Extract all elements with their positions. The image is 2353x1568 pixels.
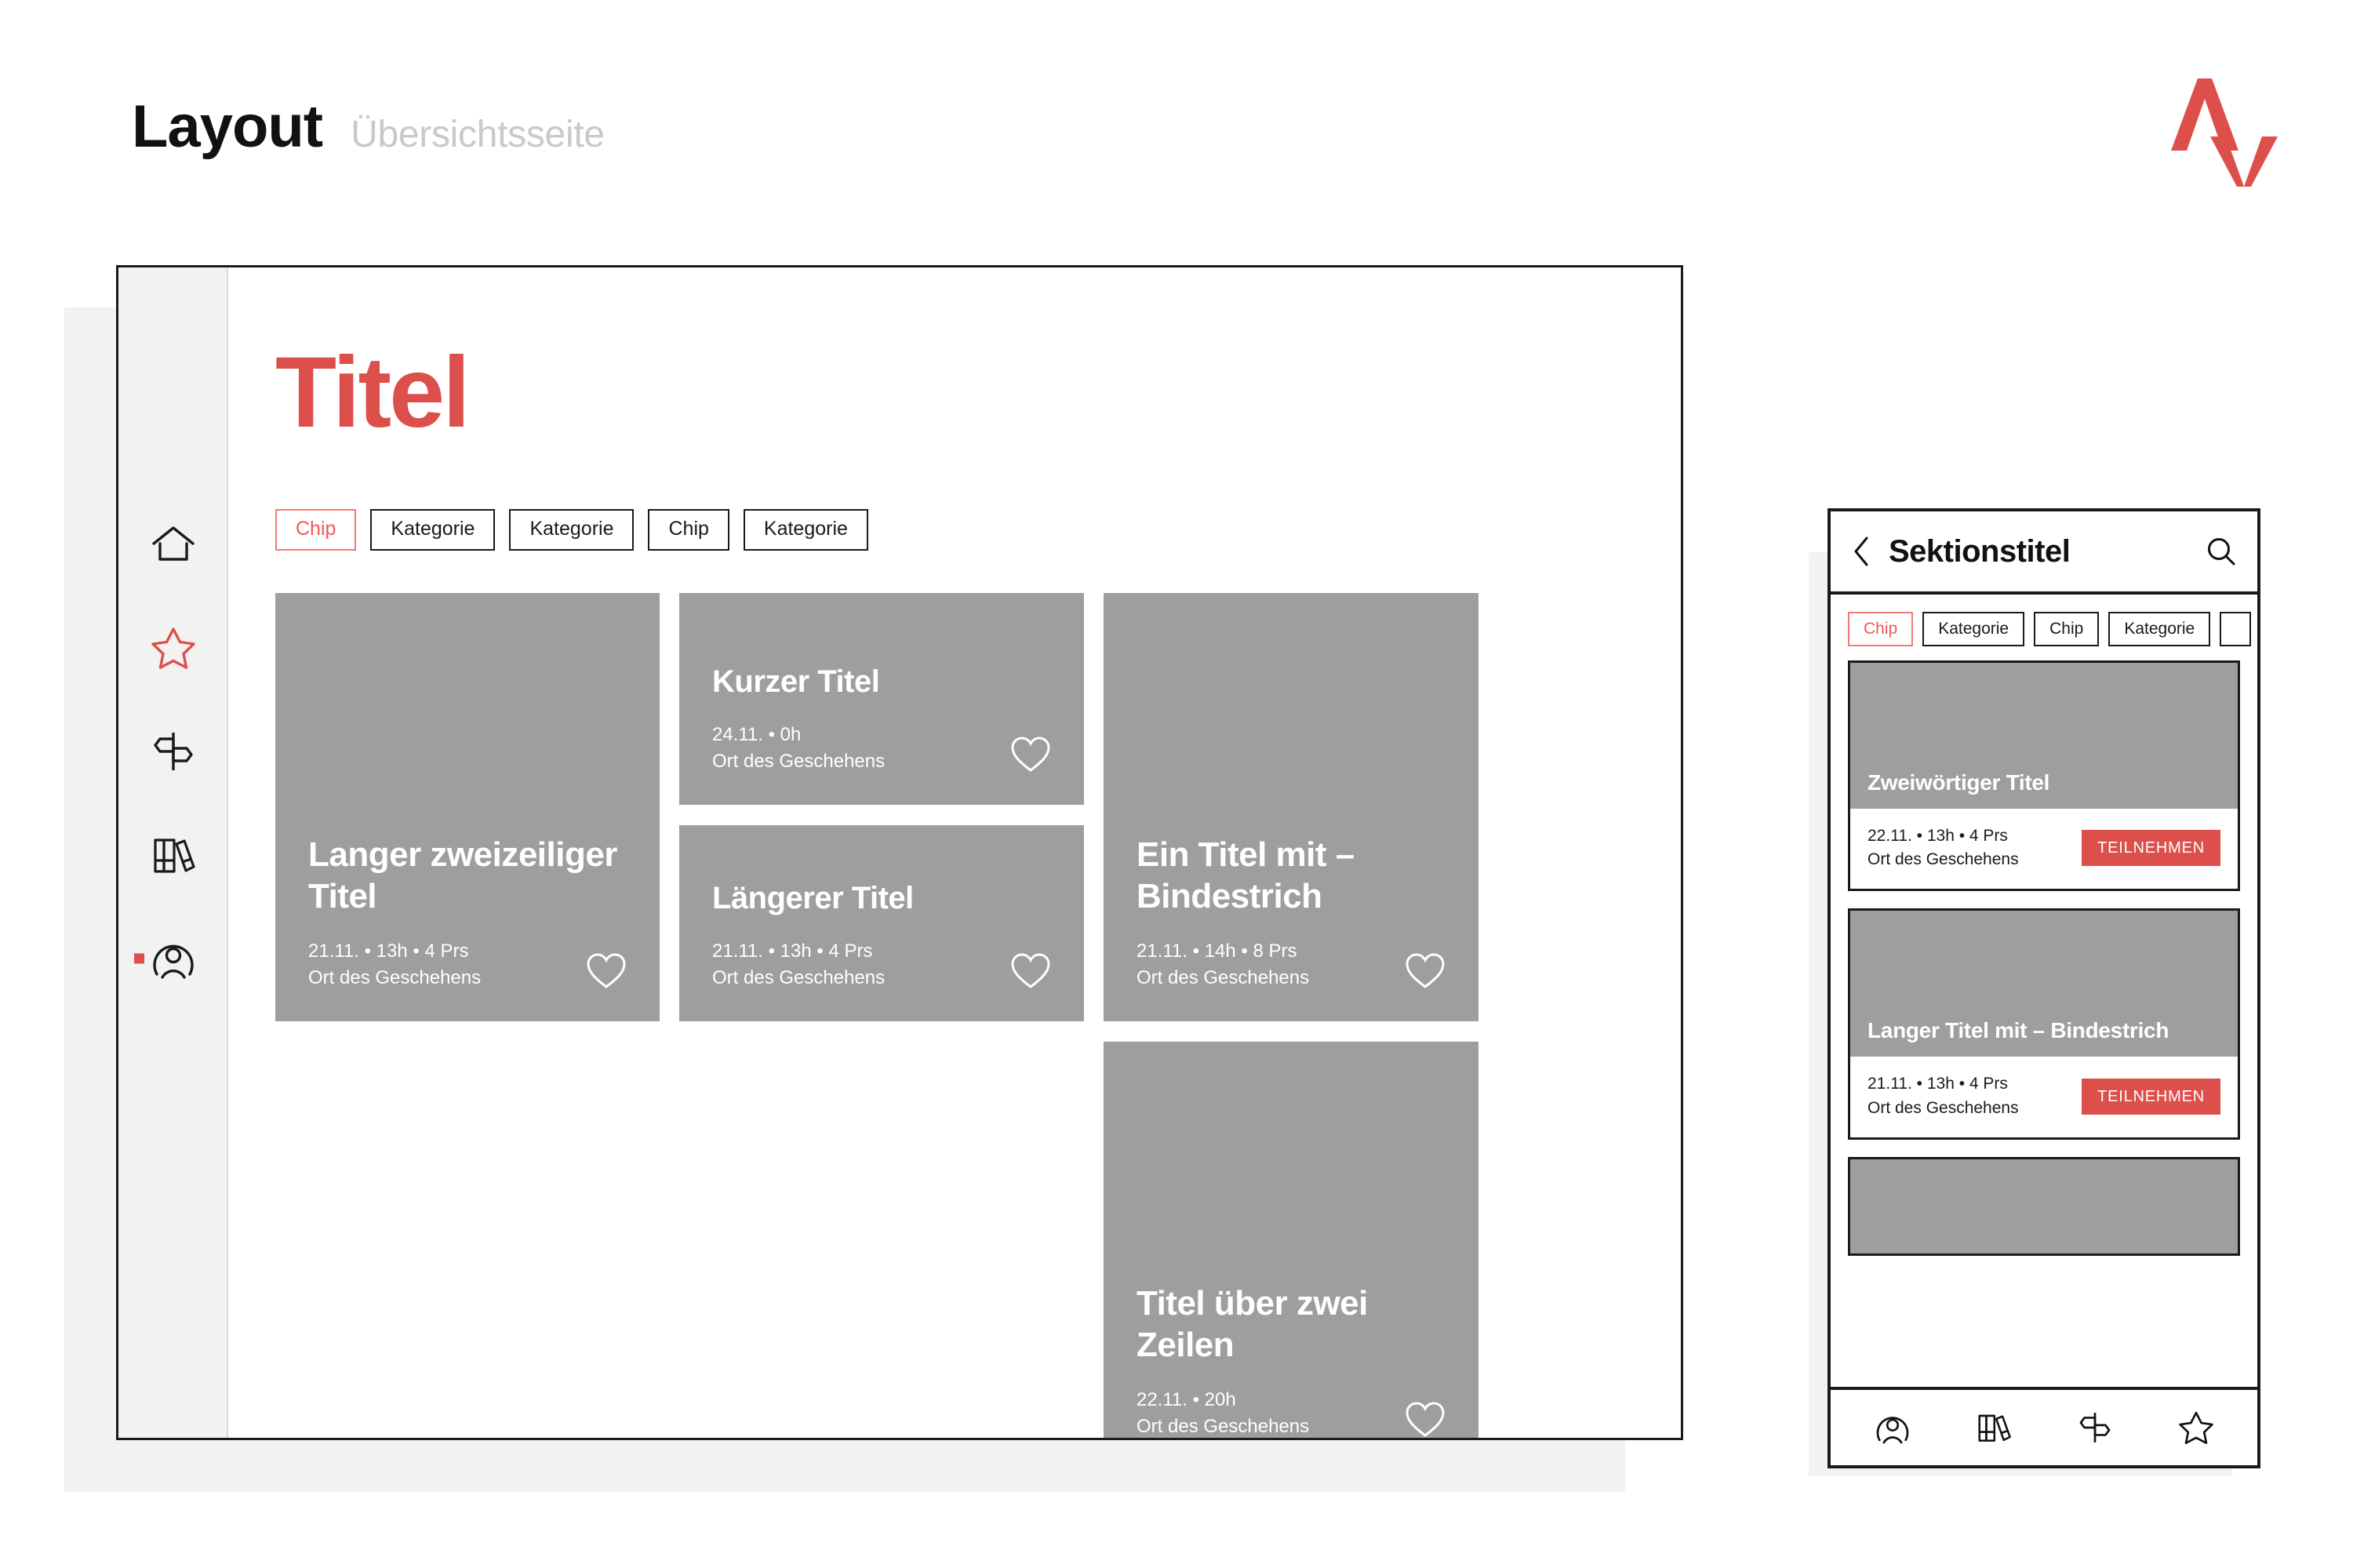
card-meta: 21.11. • 13h • 4 Prs Ort des Geschehens — [712, 938, 885, 991]
page-subtitle: Übersichtsseite — [351, 114, 605, 155]
card-title: Kurzer Titel — [712, 664, 880, 700]
event-card[interactable]: Längerer Titel 21.11. • 13h • 4 Prs Ort … — [679, 825, 1084, 1021]
join-button[interactable]: TEILNEHMEN — [2082, 830, 2220, 867]
mobile-card-meta: 22.11. • 13h • 4 Prs Ort des Geschehens — [1867, 824, 2019, 871]
card-meta-location: Ort des Geschehens — [1136, 1415, 1310, 1437]
mobile-event-card-partial[interactable] — [1848, 1156, 2240, 1256]
page-header: Layout Übersichtsseite — [132, 93, 605, 161]
card-meta: 21.11. • 13h • 4 Prs Ort des Geschehens — [308, 938, 481, 991]
chip-filter-3[interactable]: Chip — [648, 509, 729, 551]
desktop-sidebar — [118, 267, 228, 1438]
signpost-icon — [2077, 1410, 2113, 1445]
favorite-heart-icon[interactable] — [1010, 952, 1051, 990]
active-indicator-dot — [134, 953, 144, 964]
sidebar-item-library[interactable] — [118, 829, 228, 881]
card-meta-datetime: 21.11. • 13h • 4 Prs — [308, 940, 469, 962]
card-column-3: Ein Titel mit – Bindestrich 21.11. • 14h… — [1104, 593, 1478, 1438]
mobile-header: Sektionstitel — [1831, 511, 2257, 595]
mobile-card-meta-location: Ort des Geschehens — [1867, 1098, 2019, 1117]
event-card[interactable]: Titel über zwei Zeilen 22.11. • 20h Ort … — [1104, 1042, 1478, 1438]
home-icon — [151, 524, 196, 565]
chip-filter-0[interactable]: Chip — [275, 509, 357, 551]
mobile-event-card[interactable]: Zweiwörtiger Titel 22.11. • 13h • 4 Prs … — [1848, 660, 2240, 892]
event-card[interactable]: Langer zweizeiliger Titel 21.11. • 13h •… — [275, 593, 660, 1021]
mobile-card-image: Zweiwörtiger Titel — [1850, 663, 2238, 809]
favorite-heart-icon[interactable] — [1405, 1401, 1446, 1438]
sidebar-item-home[interactable] — [118, 518, 228, 570]
mobile-chip-filter-0[interactable]: Chip — [1848, 612, 1914, 646]
favorite-heart-icon[interactable] — [586, 952, 627, 990]
mobile-card-meta: 21.11. • 13h • 4 Prs Ort des Geschehens — [1867, 1072, 2019, 1119]
sidebar-item-favorites[interactable] — [118, 622, 228, 674]
mobile-chip-filter-1[interactable]: Kategorie — [1922, 612, 2025, 646]
page-title: Layout — [132, 93, 323, 160]
layout-mockup-page: Layout Übersichtsseite Titel Chip Katego… — [0, 0, 2353, 1568]
mobile-card-title: Langer Titel mit – Bindestrich — [1867, 1018, 2169, 1043]
nav-item-library[interactable] — [1976, 1410, 2012, 1445]
mobile-card-meta-datetime: 21.11. • 13h • 4 Prs — [1867, 1075, 2008, 1093]
mobile-chip-filter-row: Chip Kategorie Chip Kategorie — [1831, 595, 2257, 646]
mobile-frame: Sektionstitel Chip Kategorie Chip Katego… — [1827, 508, 2260, 1468]
mobile-card-title: Zweiwörtiger Titel — [1867, 769, 2050, 795]
card-title: Titel über zwei Zeilen — [1136, 1283, 1368, 1365]
event-card[interactable]: Kurzer Titel 24.11. • 0h Ort des Gescheh… — [679, 593, 1084, 805]
card-meta-location: Ort des Geschehens — [308, 966, 482, 988]
card-meta-datetime: 21.11. • 13h • 4 Prs — [712, 940, 873, 962]
profile-icon — [151, 937, 196, 980]
mobile-card-image: Langer Titel mit – Bindestrich — [1850, 911, 2238, 1057]
mobile-card-meta-location: Ort des Geschehens — [1867, 850, 2019, 869]
sidebar-item-profile[interactable] — [118, 933, 228, 984]
desktop-content: Titel Chip Kategorie Kategorie Chip Kate… — [228, 267, 1681, 1438]
chip-filter-2[interactable]: Kategorie — [509, 509, 635, 551]
card-meta-datetime: 24.11. • 0h — [712, 723, 802, 745]
card-meta-datetime: 21.11. • 14h • 8 Prs — [1136, 940, 1297, 962]
card-title: Ein Titel mit – Bindestrich — [1136, 835, 1355, 916]
card-meta-location: Ort des Geschehens — [712, 750, 886, 772]
nav-item-profile[interactable] — [1875, 1410, 1911, 1446]
content-title: Titel — [275, 337, 471, 449]
card-meta: 24.11. • 0h Ort des Geschehens — [712, 722, 885, 775]
mobile-chip-filter-2[interactable]: Chip — [2034, 612, 2100, 646]
join-button[interactable]: TEILNEHMEN — [2082, 1078, 2220, 1115]
nav-item-favorites[interactable] — [2178, 1410, 2214, 1445]
mobile-bottom-nav — [1831, 1387, 2257, 1465]
mobile-chip-filter-4[interactable] — [2220, 612, 2252, 646]
card-column-1: Langer zweizeiliger Titel 21.11. • 13h •… — [275, 593, 660, 1438]
card-meta: 21.11. • 14h • 8 Prs Ort des Geschehens — [1136, 938, 1309, 991]
search-icon[interactable] — [2206, 536, 2237, 567]
card-title: Langer zweizeiliger Titel — [308, 835, 617, 916]
mobile-event-card[interactable]: Langer Titel mit – Bindestrich 21.11. • … — [1848, 908, 2240, 1140]
card-title: Längerer Titel — [712, 881, 914, 916]
nav-item-guide[interactable] — [2077, 1410, 2113, 1445]
card-meta-datetime: 22.11. • 20h — [1136, 1388, 1236, 1410]
desktop-card-grid: Langer zweizeiliger Titel 21.11. • 13h •… — [275, 593, 1634, 1438]
star-icon — [2178, 1410, 2214, 1445]
favorite-heart-icon[interactable] — [1405, 952, 1446, 990]
favorite-heart-icon[interactable] — [1010, 736, 1051, 773]
mobile-card-meta-datetime: 22.11. • 13h • 4 Prs — [1867, 827, 2008, 845]
chevron-left-icon[interactable] — [1851, 535, 1871, 568]
mobile-card-image — [1850, 1159, 2238, 1253]
books-icon — [151, 834, 196, 876]
star-icon — [151, 626, 196, 670]
profile-icon — [1875, 1410, 1911, 1446]
event-card[interactable]: Ein Titel mit – Bindestrich 21.11. • 14h… — [1104, 593, 1478, 1021]
card-meta: 22.11. • 20h Ort des Geschehens — [1136, 1387, 1310, 1438]
signpost-icon — [151, 729, 196, 773]
mobile-header-title: Sektionstitel — [1889, 533, 2071, 569]
mobile-chip-filter-3[interactable]: Kategorie — [2108, 612, 2211, 646]
card-column-2: Kurzer Titel 24.11. • 0h Ort des Gescheh… — [679, 593, 1084, 1438]
desktop-chip-filter-row: Chip Kategorie Kategorie Chip Kategorie — [275, 509, 1634, 551]
chip-filter-4[interactable]: Kategorie — [743, 509, 868, 551]
card-meta-location: Ort des Geschehens — [712, 966, 886, 988]
desktop-frame: Titel Chip Kategorie Kategorie Chip Kate… — [116, 265, 1683, 1440]
chip-filter-1[interactable]: Kategorie — [370, 509, 496, 551]
card-meta-location: Ort des Geschehens — [1136, 966, 1310, 988]
mobile-card-list: Zweiwörtiger Titel 22.11. • 13h • 4 Prs … — [1831, 646, 2257, 1387]
books-icon — [1976, 1410, 2012, 1445]
sidebar-item-guide[interactable] — [118, 726, 228, 777]
lambda-v-logo — [2166, 69, 2284, 187]
